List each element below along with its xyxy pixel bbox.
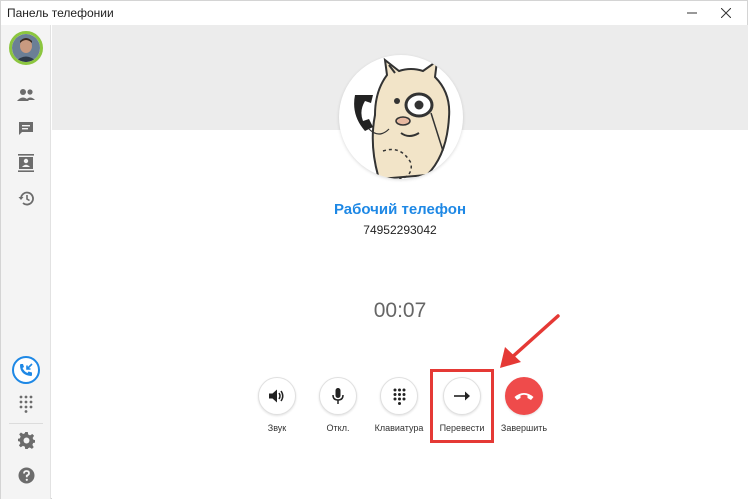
help-icon[interactable]	[14, 463, 38, 487]
window-title: Панель телефонии	[7, 6, 114, 20]
contact-name: Рабочий телефон	[333, 201, 467, 218]
call-timer: 00:07	[373, 299, 427, 322]
address-book-icon[interactable]	[14, 151, 38, 175]
title-bar: Панель телефонии	[1, 1, 747, 25]
sound-control: Звук	[245, 377, 309, 433]
mute-control: Откл.	[306, 377, 370, 433]
incoming-call-icon	[20, 363, 33, 376]
mute-label: Откл.	[326, 423, 350, 433]
speaker-icon	[269, 389, 284, 403]
contact-avatar-image	[339, 55, 463, 179]
sidebar	[1, 25, 51, 499]
hangup-label: Завершить	[500, 423, 548, 433]
user-avatar[interactable]	[9, 31, 43, 65]
sidebar-divider	[9, 423, 43, 424]
minimize-icon	[687, 12, 697, 14]
call-panel: Рабочий телефон 74952293042 00:07 Звук О…	[52, 25, 748, 499]
history-icon[interactable]	[14, 186, 38, 210]
minimize-button[interactable]	[675, 1, 709, 25]
keypad-control: Клавиатура	[367, 377, 431, 433]
contacts-group-icon[interactable]	[14, 83, 38, 107]
close-button[interactable]	[709, 1, 743, 25]
telephony-window: Панель телефонии Рабочий телефон 7495229…	[0, 0, 748, 499]
hangup-control: Завершить	[492, 377, 556, 433]
dialpad-icon[interactable]	[14, 392, 38, 416]
hang-up-phone-icon	[514, 393, 534, 400]
mute-button[interactable]	[319, 377, 357, 415]
sound-label: Звук	[267, 423, 287, 433]
contact-phone-number: 74952293042	[363, 223, 437, 237]
annotation-highlight-box	[430, 369, 494, 443]
microphone-icon	[332, 388, 344, 404]
settings-gear-icon[interactable]	[14, 428, 38, 452]
active-call-button[interactable]	[12, 356, 40, 384]
keypad-icon	[393, 388, 405, 405]
keypad-label: Клавиатура	[374, 423, 424, 433]
keypad-button[interactable]	[380, 377, 418, 415]
hangup-button[interactable]	[505, 377, 543, 415]
annotation-arrow-icon	[500, 314, 560, 368]
sound-button[interactable]	[258, 377, 296, 415]
chat-icon[interactable]	[14, 117, 38, 141]
close-icon	[721, 8, 731, 18]
